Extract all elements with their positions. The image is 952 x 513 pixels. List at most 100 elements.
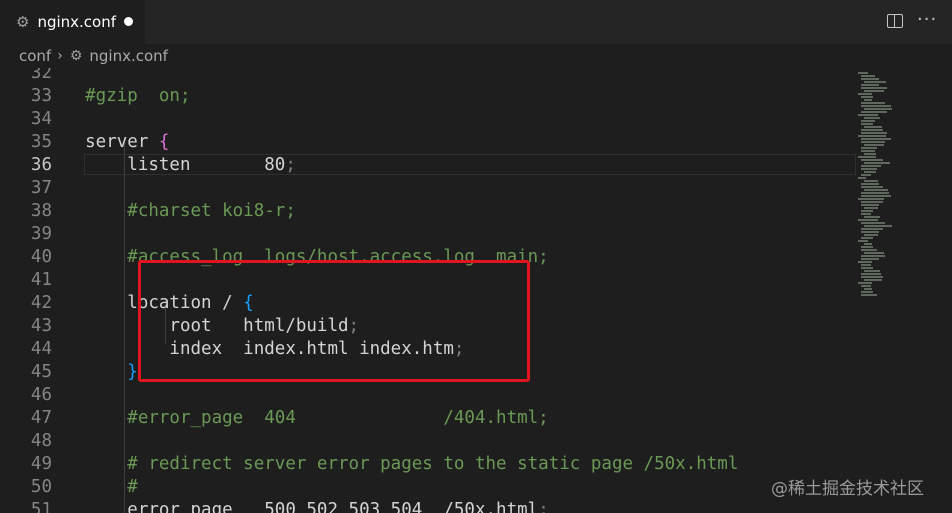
code-text: #gzip on; <box>43 85 191 108</box>
minimap-line <box>864 288 872 290</box>
minimap-line <box>861 138 891 140</box>
watermark: @稀土掘金技术社区 <box>771 479 924 499</box>
line-number: 39 <box>30 224 52 244</box>
code-line[interactable]: 33 #gzip on; <box>0 85 860 108</box>
minimap-line <box>861 132 887 134</box>
code-token: } <box>127 362 138 382</box>
minimap-line <box>861 84 879 86</box>
minimap-line <box>864 279 882 281</box>
minimap-line <box>861 78 879 80</box>
code-line[interactable]: 47 #error_page 404 /404.html; <box>0 407 860 430</box>
minimap-line <box>861 285 871 287</box>
minimap-line <box>861 264 871 266</box>
code-line[interactable]: 35 server { <box>0 131 860 154</box>
code-line[interactable]: 49 # redirect server error pages to the … <box>0 453 860 476</box>
code-token: { <box>158 132 170 152</box>
code-line[interactable]: 50 # <box>0 476 860 499</box>
code-token: error_page 500 502 503 504 /50x.html <box>43 500 539 513</box>
code-line[interactable]: 48 <box>0 430 860 453</box>
minimap-line <box>864 90 884 92</box>
minimap-line <box>861 186 883 188</box>
breadcrumb-folder[interactable]: conf <box>19 47 51 65</box>
minimap-line <box>864 99 872 101</box>
minimap-line <box>861 273 881 275</box>
code-line[interactable]: 39 <box>0 223 860 246</box>
minimap-line <box>858 177 866 179</box>
minimap-line <box>861 249 877 251</box>
code-token: #error_page 404 /404.html; <box>43 408 549 428</box>
tab-nginx-conf[interactable]: ⚙ nginx.conf <box>0 0 145 44</box>
minimap-line <box>864 153 876 155</box>
minimap-line <box>861 255 885 257</box>
minimap-line <box>861 258 879 260</box>
split-editor-icon[interactable] <box>887 14 903 28</box>
code-line[interactable]: 38 #charset koi8-r; <box>0 200 860 223</box>
minimap-line <box>858 282 872 284</box>
code-text: # <box>43 476 138 499</box>
minimap-line <box>861 195 891 197</box>
minimap-line <box>861 87 887 89</box>
minimap-line <box>861 267 873 269</box>
code-line[interactable]: 46 <box>0 384 860 407</box>
line-number: 32 <box>30 68 52 83</box>
minimap-line <box>864 234 878 236</box>
line-number: 37 <box>30 178 52 198</box>
code-line[interactable]: 34 <box>0 108 860 131</box>
line-number: 34 <box>30 109 52 129</box>
minimap-line <box>864 207 878 209</box>
minimap-line <box>864 252 884 254</box>
code-token: server <box>43 132 159 152</box>
minimap-line <box>858 240 868 242</box>
minimap-line <box>861 201 883 203</box>
code-text: listen 80; <box>43 154 296 177</box>
minimap-line <box>858 93 872 95</box>
code-token: #gzip on; <box>43 86 191 106</box>
minimap-line <box>861 204 879 206</box>
minimap-line <box>864 216 880 218</box>
tab-bar: ⚙ nginx.conf ··· <box>0 0 952 44</box>
minimap-line <box>861 294 877 296</box>
minimap-line <box>861 102 885 104</box>
minimap-line <box>861 231 879 233</box>
minimap-line <box>858 114 878 116</box>
minimap-line <box>861 96 873 98</box>
tab-title: nginx.conf <box>37 13 117 31</box>
minimap-line <box>864 81 886 83</box>
code-line[interactable]: 51 error_page 500 502 503 504 /50x.html; <box>0 499 860 513</box>
minimap-line <box>861 111 887 113</box>
chevron-right-icon: › <box>57 48 63 64</box>
minimap-line <box>861 192 889 194</box>
code-text: } <box>43 361 138 384</box>
minimap-line <box>861 228 883 230</box>
minimap-line <box>864 225 892 227</box>
more-actions-icon[interactable]: ··· <box>917 9 937 30</box>
highlight-box <box>138 260 530 382</box>
code-token: #charset koi8-r; <box>43 201 296 221</box>
line-number: 48 <box>30 431 52 451</box>
code-text: #error_page 404 /404.html; <box>43 407 549 430</box>
code-line[interactable]: 36 listen 80; <box>0 154 860 177</box>
minimap-line <box>858 135 886 137</box>
minimap-line <box>861 168 877 170</box>
minimap[interactable] <box>856 68 936 308</box>
minimap-line <box>864 117 880 119</box>
minimap-line <box>861 150 875 152</box>
breadcrumb-file[interactable]: nginx.conf <box>89 47 168 65</box>
minimap-line <box>861 159 883 161</box>
code-line[interactable]: 37 <box>0 177 860 200</box>
unsaved-dot-icon[interactable] <box>124 17 133 26</box>
code-token: listen 80 <box>43 155 286 175</box>
minimap-line <box>861 246 873 248</box>
minimap-line <box>864 180 878 182</box>
minimap-line <box>861 120 875 122</box>
minimap-line <box>861 222 885 224</box>
minimap-line <box>864 144 884 146</box>
minimap-line <box>861 129 883 131</box>
minimap-line <box>861 276 883 278</box>
code-token: ; <box>285 155 296 175</box>
code-token: ; <box>538 500 549 513</box>
code-line[interactable]: 32 <box>0 68 860 85</box>
code-text: server { <box>43 131 169 154</box>
code-text: # redirect server error pages to the sta… <box>43 453 738 476</box>
